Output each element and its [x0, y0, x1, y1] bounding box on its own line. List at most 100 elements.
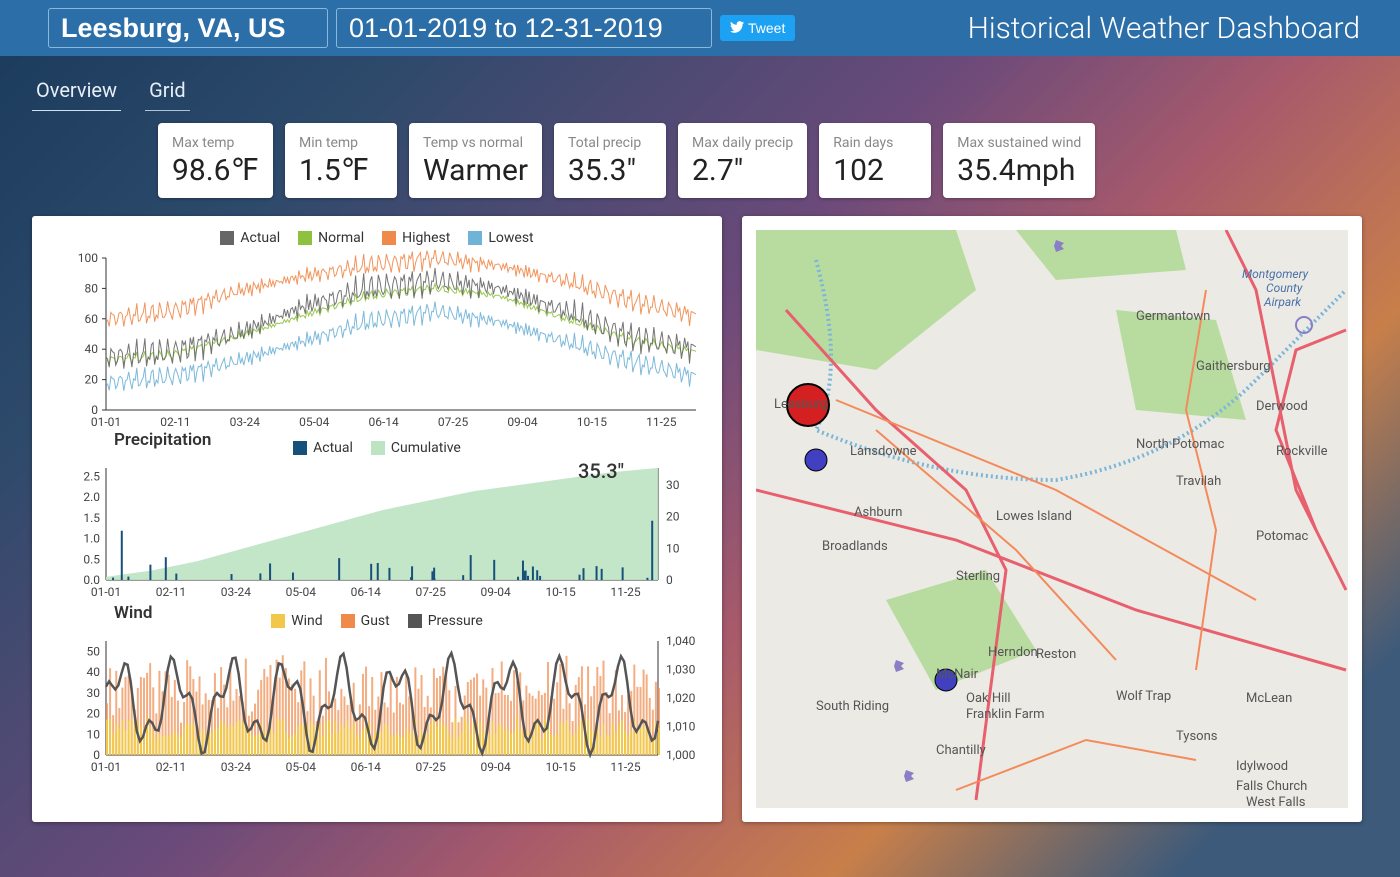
location-input[interactable] [48, 8, 328, 48]
legend-lowest: Lowest [468, 230, 533, 246]
svg-text:07-25: 07-25 [416, 760, 447, 774]
stat-min-temp: Min temp1.5℉ [285, 123, 397, 198]
svg-text:06-14: 06-14 [368, 415, 399, 429]
svg-text:11-25: 11-25 [610, 585, 641, 599]
map-label: Derwood [1256, 399, 1308, 414]
svg-text:11-25: 11-25 [646, 415, 677, 429]
precipitation-title: Precipitation [114, 430, 211, 450]
map-label: Rockville [1276, 444, 1328, 459]
svg-text:1.0: 1.0 [83, 532, 100, 546]
legend-actual: Actual [220, 230, 280, 246]
svg-text:50: 50 [87, 644, 101, 658]
stat-max-temp: Max temp98.6℉ [158, 123, 273, 198]
stat-label: Temp vs normal [423, 135, 528, 151]
legend-pressure: Pressure [408, 613, 483, 629]
map-label: Franklin Farm [966, 707, 1045, 722]
map-label: Sterling [956, 569, 1000, 584]
wind-title: Wind [114, 603, 152, 623]
map-label: Travilah [1176, 474, 1221, 489]
map-label: Wolf Trap [1116, 689, 1171, 704]
svg-text:10-15: 10-15 [545, 760, 576, 774]
temperature-legend: Actual Normal Highest Lowest [46, 230, 708, 246]
svg-text:06-14: 06-14 [351, 760, 382, 774]
stat-max-daily-precip: Max daily precip2.7" [678, 123, 807, 198]
map-label: Chantilly [936, 743, 986, 758]
map-panel[interactable]: Leesburg Lansdowne Ashburn Broadlands St… [742, 216, 1362, 822]
svg-text:10-15: 10-15 [545, 585, 576, 599]
svg-text:0.5: 0.5 [83, 552, 100, 566]
map-label: North Potomac [1136, 437, 1225, 452]
precipitation-chart: Precipitation Actual Cumulative 0.00.51.… [46, 440, 708, 619]
svg-text:1,030: 1,030 [666, 663, 696, 677]
temperature-chart: Actual Normal Highest Lowest 02040608010… [46, 230, 708, 444]
temperature-plot: 02040608010001-0102-1103-2405-0406-1407-… [46, 250, 706, 440]
stat-label: Rain days [833, 135, 917, 151]
svg-text:60: 60 [85, 312, 99, 326]
svg-text:40: 40 [87, 665, 101, 679]
map-label: Falls Church [1236, 779, 1307, 794]
precipitation-plot: 0.00.51.01.52.02.5010203035.3"01-0102-11… [46, 460, 706, 615]
map-label: Gaithersburg [1196, 359, 1271, 374]
svg-text:02-11: 02-11 [156, 585, 186, 599]
legend-actual: Actual [293, 440, 353, 456]
svg-text:09-04: 09-04 [480, 760, 511, 774]
tweet-button[interactable]: Tweet [720, 15, 795, 41]
svg-text:02-11: 02-11 [160, 415, 190, 429]
legend-gust: Gust [341, 613, 390, 629]
stat-label: Max sustained wind [957, 135, 1081, 151]
map-label: Ashburn [854, 505, 902, 520]
tabs: Overview Grid [0, 56, 1400, 111]
date-range-input[interactable] [336, 8, 712, 48]
svg-text:30: 30 [87, 686, 101, 700]
svg-text:0: 0 [666, 573, 673, 587]
svg-text:20: 20 [87, 707, 101, 721]
map-marker-blue[interactable] [805, 449, 827, 471]
svg-text:03-24: 03-24 [230, 415, 261, 429]
chart-panel: Actual Normal Highest Lowest 0 20 40 60 80 10… [32, 216, 722, 822]
map-label: Lansdowne [850, 444, 917, 459]
wind-plot: 010203040501,0001,0101,0201,0301,04001-0… [46, 633, 706, 793]
svg-text:80: 80 [85, 281, 99, 295]
map-label: Herndon [988, 645, 1038, 660]
svg-text:35.3": 35.3" [578, 460, 624, 483]
stat-value: 2.7" [692, 153, 793, 188]
svg-text:2.5: 2.5 [83, 469, 100, 483]
tab-overview[interactable]: Overview [32, 74, 121, 111]
svg-text:2.0: 2.0 [83, 490, 100, 504]
stat-label: Total precip [568, 135, 652, 151]
stat-value: Warmer [423, 153, 528, 188]
svg-text:01-01: 01-01 [91, 760, 121, 774]
svg-text:03-24: 03-24 [221, 760, 252, 774]
svg-text:1,040: 1,040 [666, 634, 696, 648]
tab-grid[interactable]: Grid [145, 74, 190, 111]
map[interactable]: Leesburg Lansdowne Ashburn Broadlands St… [756, 230, 1348, 808]
stat-value: 35.3" [568, 153, 652, 188]
svg-text:20: 20 [666, 510, 680, 524]
svg-text:09-04: 09-04 [480, 585, 511, 599]
svg-text:10: 10 [87, 727, 101, 741]
svg-text:100: 100 [78, 251, 98, 265]
stat-max-wind: Max sustained wind 35.4mph [943, 123, 1095, 198]
page-title: Historical Weather Dashboard [968, 11, 1360, 46]
stat-value: 98.6℉ [172, 153, 259, 188]
svg-text:07-25: 07-25 [438, 415, 469, 429]
svg-text:1,000: 1,000 [666, 748, 696, 762]
legend-normal: Normal [298, 230, 364, 246]
legend-cumulative: Cumulative [371, 440, 461, 456]
map-label: McLean [1246, 691, 1292, 706]
svg-text:1,020: 1,020 [666, 691, 696, 705]
legend-wind: Wind [271, 613, 322, 629]
stat-value: 35.4mph [957, 153, 1081, 188]
svg-text:20: 20 [85, 373, 99, 387]
svg-text:1.5: 1.5 [83, 511, 100, 525]
svg-text:11-25: 11-25 [610, 760, 641, 774]
map-label: Germantown [1136, 309, 1210, 324]
map-label: Reston [1036, 647, 1076, 662]
svg-text:40: 40 [85, 342, 99, 356]
svg-text:09-04: 09-04 [507, 415, 538, 429]
svg-text:05-04: 05-04 [286, 585, 317, 599]
map-label: Leesburg [774, 397, 828, 412]
wind-chart: Wind Wind Gust Pressure 010203040501,000… [46, 613, 708, 797]
stat-value: 102 [833, 153, 917, 188]
map-label: West Falls [1246, 795, 1306, 808]
